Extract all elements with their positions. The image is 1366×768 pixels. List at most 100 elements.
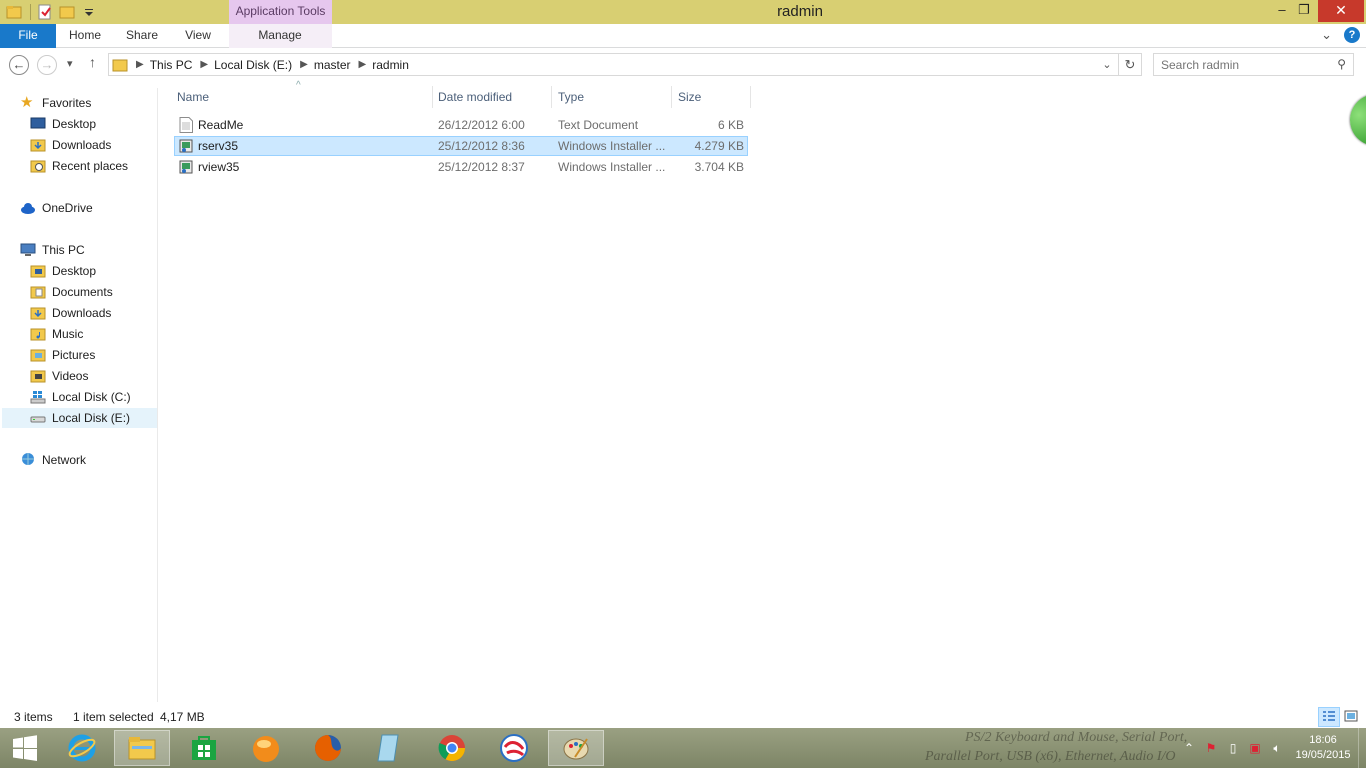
notepad-app-icon xyxy=(377,734,399,762)
status-bar: 3 items 1 item selected 4,17 MB xyxy=(0,706,1366,728)
tab-manage[interactable]: Manage xyxy=(250,24,310,48)
file-type: Text Document xyxy=(558,118,639,132)
nav-pc-local-disk-e[interactable]: Local Disk (E:) xyxy=(2,408,157,428)
flag-notification-icon[interactable]: ⚑ xyxy=(1200,741,1222,755)
tab-view[interactable]: View xyxy=(176,24,220,48)
column-divider[interactable] xyxy=(432,86,433,108)
show-desktop-button[interactable] xyxy=(1358,728,1366,768)
taskbar-orange-app[interactable] xyxy=(238,730,294,766)
breadcrumb-master[interactable]: master xyxy=(314,58,351,72)
windows-drive-icon xyxy=(30,391,46,404)
clock[interactable]: 18:06 19/05/2015 xyxy=(1288,733,1358,763)
up-button[interactable]: ↑ xyxy=(89,54,96,70)
tab-file[interactable]: File xyxy=(0,24,56,48)
recent-locations-button[interactable]: ▾ xyxy=(67,57,73,70)
file-row[interactable]: rview35 25/12/2012 8:37 Windows Installe… xyxy=(174,157,748,177)
nav-pc-downloads[interactable]: Downloads xyxy=(30,303,111,323)
breadcrumb-local-disk-e[interactable]: Local Disk (E:) xyxy=(214,58,292,72)
breadcrumb-separator-icon[interactable]: ▶ xyxy=(359,59,367,70)
breadcrumb-separator-icon[interactable]: ▶ xyxy=(300,59,308,70)
breadcrumb-this-pc[interactable]: This PC xyxy=(150,58,193,72)
address-bar[interactable]: ▶ This PC ▶ Local Disk (E:) ▶ master ▶ r… xyxy=(108,53,1142,76)
file-type: Windows Installer ... xyxy=(558,160,666,174)
nav-label: Network xyxy=(42,453,87,467)
column-header-type[interactable]: Type xyxy=(558,88,584,108)
nav-this-pc[interactable]: This PC xyxy=(20,240,85,260)
internet-explorer-icon xyxy=(68,734,96,762)
taskbar-swirl-app[interactable] xyxy=(486,730,542,766)
firefox-icon xyxy=(315,735,341,761)
file-row-selected[interactable]: rserv35 25/12/2012 8:36 Windows Installe… xyxy=(174,136,748,156)
help-icon[interactable]: ? xyxy=(1344,27,1360,43)
pictures-folder-icon xyxy=(30,349,46,362)
show-hidden-icons-icon[interactable]: ⌃ xyxy=(1178,741,1200,755)
column-divider[interactable] xyxy=(671,86,672,108)
start-button[interactable] xyxy=(0,730,50,766)
tab-share[interactable]: Share xyxy=(118,24,166,48)
search-box[interactable]: ⚲ xyxy=(1153,53,1354,76)
new-folder-icon[interactable] xyxy=(59,4,75,20)
ribbon-right-controls: ⌄ ? xyxy=(1321,27,1360,43)
file-explorer-icon xyxy=(128,737,156,760)
nav-label: Documents xyxy=(52,285,113,299)
taskbar: PS/2 Keyboard and Mouse, Serial Port, Pa… xyxy=(0,728,1366,768)
column-header-date[interactable]: Date modified xyxy=(438,88,512,108)
nav-pc-local-disk-c[interactable]: Local Disk (C:) xyxy=(30,387,131,407)
file-date: 26/12/2012 6:00 xyxy=(438,118,525,132)
expand-ribbon-icon[interactable]: ⌄ xyxy=(1321,27,1332,43)
nav-fav-desktop[interactable]: Desktop xyxy=(30,114,96,134)
nav-network[interactable]: Network xyxy=(20,450,86,470)
file-size: 4.279 KB xyxy=(694,139,744,153)
column-divider[interactable] xyxy=(551,86,552,108)
file-type: Windows Installer ... xyxy=(558,139,666,153)
nav-pc-documents[interactable]: Documents xyxy=(30,282,113,302)
taskbar-chrome[interactable] xyxy=(424,730,480,766)
forward-button[interactable]: → xyxy=(37,55,57,75)
file-row[interactable]: ReadMe 26/12/2012 6:00 Text Document 6 K… xyxy=(174,115,748,135)
taskbar-notepad-app[interactable] xyxy=(362,730,418,766)
installer-icon xyxy=(179,160,193,174)
taskbar-firefox[interactable] xyxy=(300,730,356,766)
properties-icon[interactable] xyxy=(37,4,53,20)
taskbar-internet-explorer[interactable] xyxy=(54,730,110,766)
refresh-icon[interactable]: ↻ xyxy=(1119,57,1141,73)
nav-favorites[interactable]: ★ Favorites xyxy=(20,93,91,113)
customize-qat-icon[interactable] xyxy=(81,4,97,20)
taskbar-paint[interactable] xyxy=(548,730,604,766)
large-icons-view-button[interactable] xyxy=(1341,707,1363,727)
network-disconnected-icon[interactable]: ▣ xyxy=(1244,741,1266,755)
sort-ascending-icon: ^ xyxy=(296,80,301,91)
address-row: ← → ▾ ↑ ▶ This PC ▶ Local Disk (E:) ▶ ma… xyxy=(0,49,1366,81)
nav-onedrive[interactable]: OneDrive xyxy=(20,198,93,218)
tab-home[interactable]: Home xyxy=(60,24,110,48)
breadcrumb-separator-icon[interactable]: ▶ xyxy=(200,59,208,70)
nav-pc-videos[interactable]: Videos xyxy=(30,366,88,386)
column-header-name[interactable]: Name xyxy=(177,88,209,108)
power-icon[interactable]: ▯ xyxy=(1222,741,1244,755)
folder-icon xyxy=(6,6,22,19)
status-selected-count: 1 item selected xyxy=(73,710,154,724)
volume-icon[interactable]: 🔈︎ xyxy=(1266,741,1288,756)
address-dropdown-icon[interactable]: ⌄ xyxy=(1096,58,1118,71)
search-input[interactable] xyxy=(1154,54,1324,75)
column-header-size[interactable]: Size xyxy=(678,88,701,108)
nav-pc-music[interactable]: Music xyxy=(30,324,83,344)
documents-folder-icon xyxy=(30,286,46,299)
details-view-button[interactable] xyxy=(1318,707,1340,727)
nav-pc-desktop[interactable]: Desktop xyxy=(30,261,96,281)
search-icon[interactable]: ⚲ xyxy=(1337,57,1346,71)
back-button[interactable]: ← xyxy=(9,55,29,75)
nav-label: Downloads xyxy=(52,138,112,152)
nav-pc-pictures[interactable]: Pictures xyxy=(30,345,95,365)
nav-fav-downloads[interactable]: Downloads xyxy=(30,135,111,155)
nav-fav-recent-places[interactable]: Recent places xyxy=(30,156,128,176)
column-divider[interactable] xyxy=(750,86,751,108)
close-button[interactable]: ✕ xyxy=(1318,0,1364,22)
taskbar-store[interactable] xyxy=(176,730,232,766)
breadcrumb-separator-icon[interactable]: ▶ xyxy=(136,59,144,70)
taskbar-file-explorer[interactable] xyxy=(114,730,170,766)
nav-label: Favorites xyxy=(42,96,92,110)
maximize-button[interactable]: ❐ xyxy=(1290,0,1318,22)
folder-icon xyxy=(112,59,128,71)
breadcrumb-radmin[interactable]: radmin xyxy=(372,58,409,72)
